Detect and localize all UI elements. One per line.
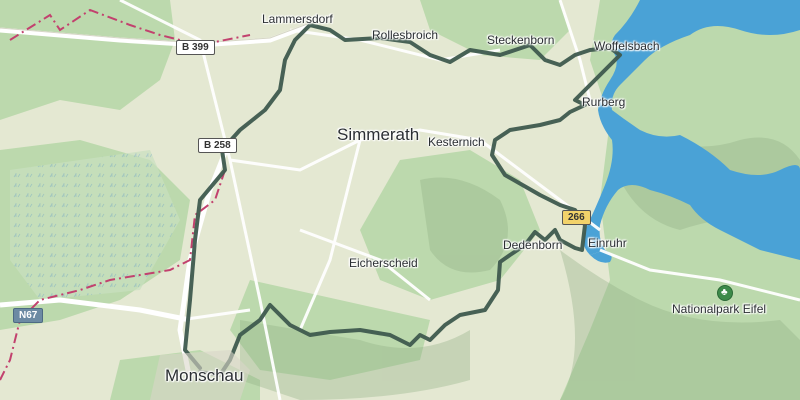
road-shield-n67: N67 <box>13 308 44 323</box>
map-canvas <box>0 0 800 400</box>
place-woffelsbach: Woffelsbach <box>594 39 660 53</box>
place-einruhr: Einruhr <box>588 236 627 250</box>
place-eicherscheid: Eicherscheid <box>349 256 418 270</box>
map-view[interactable]: Lammersdorf Rollesbroich Steckenborn Wof… <box>0 0 800 400</box>
place-rollesbroich: Rollesbroich <box>372 28 439 42</box>
place-lammersdorf: Lammersdorf <box>262 12 333 26</box>
place-nationalpark-eifel: Nationalpark Eifel <box>672 302 767 316</box>
road-shield-266: 266 <box>562 210 591 225</box>
place-steckenborn: Steckenborn <box>487 33 555 47</box>
place-rurberg: Rurberg <box>582 95 626 109</box>
place-monschau: Monschau <box>165 366 244 385</box>
road-shield-b258: B 258 <box>198 138 237 153</box>
place-simmerath: Simmerath <box>337 125 420 144</box>
tree-icon[interactable]: ♣ <box>717 285 733 301</box>
road-shield-b399: B 399 <box>176 40 215 55</box>
place-kesternich: Kesternich <box>428 135 485 149</box>
place-dedenborn: Dedenborn <box>503 238 563 252</box>
